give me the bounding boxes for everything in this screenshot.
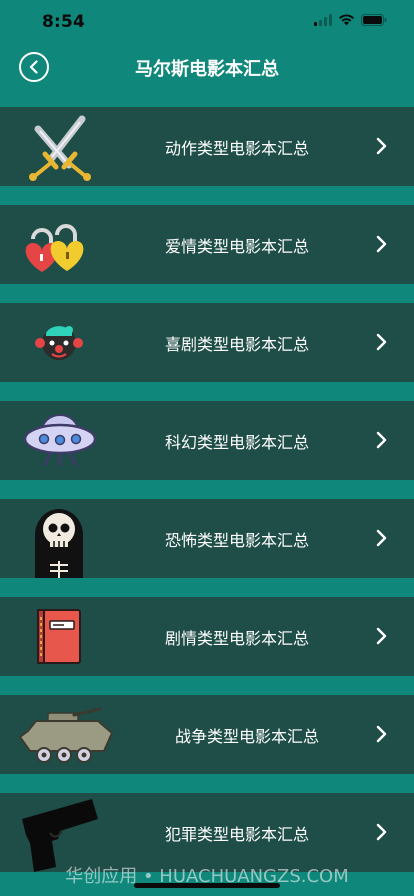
chevron-right-icon [376,333,387,351]
signal-icon [314,14,332,26]
list-item-label: 喜剧类型电影本汇总 [164,335,309,354]
chevron-right-icon [376,725,387,743]
list-item-label: 犯罪类型电影本汇总 [164,825,309,844]
list-item-scifi[interactable]: 科幻类型电影本汇总 [0,401,414,480]
list-item-horror[interactable]: 恐怖类型电影本汇总 [0,499,414,578]
nav-bar: 马尔斯电影本汇总 [0,44,414,90]
list-item-action[interactable]: 动作类型电影本汇总 [0,107,414,186]
chevron-right-icon [376,235,387,253]
list-item-drama[interactable]: 剧情类型电影本汇总 [0,597,414,676]
status-bar: 8:54 [0,0,414,44]
list-item-label: 剧情类型电影本汇总 [164,629,309,648]
ufo-icon [0,401,120,480]
clown-face-icon [0,303,120,382]
chevron-right-icon [376,431,387,449]
crossed-swords-icon [0,107,120,186]
chevron-right-icon [376,137,387,155]
chevron-right-icon [376,823,387,841]
skull-reaper-icon [0,499,120,578]
chevron-right-icon [376,627,387,645]
list-item-label: 爱情类型电影本汇总 [164,237,309,256]
chevron-right-icon [376,529,387,547]
list-item-label: 战争类型电影本汇总 [174,727,319,746]
list-item-label: 动作类型电影本汇总 [164,139,309,158]
category-list: 动作类型电影本汇总 爱情类型电影本汇总 喜剧类型电影本汇总 科幻类型电影本汇总 … [0,107,414,891]
list-item-label: 恐怖类型电影本汇总 [164,531,309,550]
home-indicator [134,883,280,888]
list-item-romance[interactable]: 爱情类型电影本汇总 [0,205,414,284]
heart-padlocks-icon [0,205,120,284]
status-time: 8:54 [42,12,86,32]
list-item-comedy[interactable]: 喜剧类型电影本汇总 [0,303,414,382]
page-title: 马尔斯电影本汇总 [135,59,279,80]
list-item-label: 科幻类型电影本汇总 [164,433,309,452]
wifi-icon [339,14,354,26]
list-item-war[interactable]: 战争类型电影本汇总 [0,695,414,774]
armored-vehicle-icon [0,695,120,774]
status-icons [314,14,387,26]
handgun-icon [0,793,120,872]
book-icon [0,597,120,676]
list-item-crime[interactable]: 犯罪类型电影本汇总 [0,793,414,872]
battery-icon [361,14,387,26]
